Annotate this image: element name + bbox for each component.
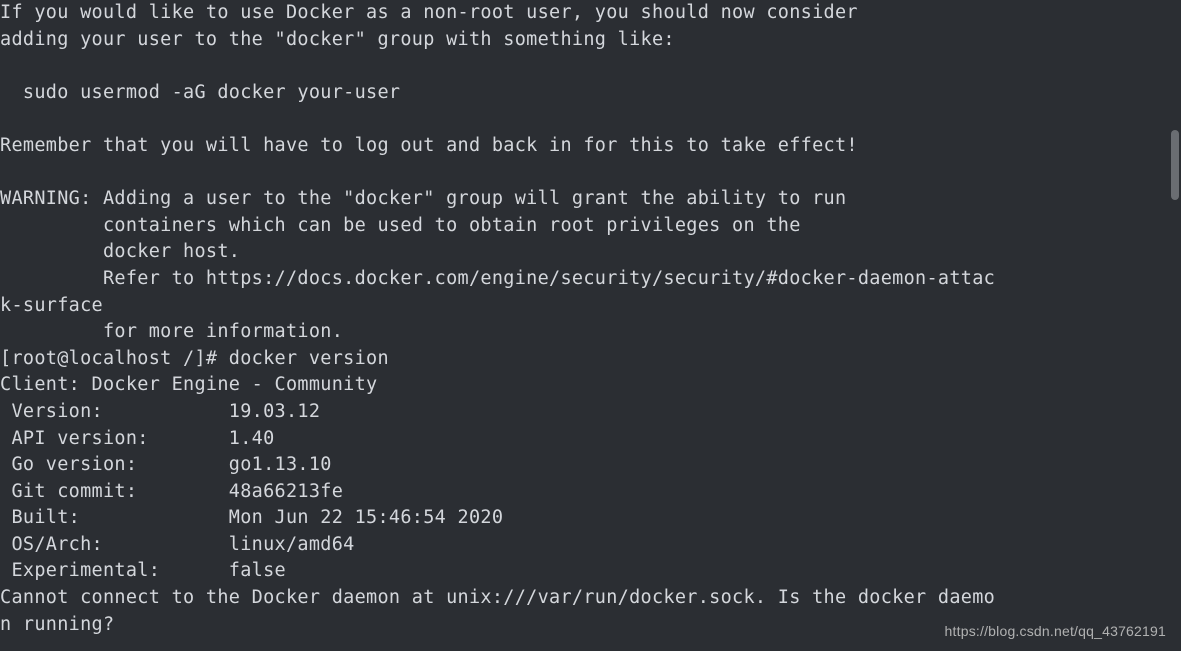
terminal-line: Experimental: false <box>0 558 1181 585</box>
watermark-text: https://blog.csdn.net/qq_43762191 <box>945 618 1166 645</box>
terminal-line <box>0 160 1181 187</box>
terminal-line <box>0 53 1181 80</box>
terminal-line: containers which can be used to obtain r… <box>0 213 1181 240</box>
terminal-line: If you would like to use Docker as a non… <box>0 0 1181 27</box>
terminal-line: Client: Docker Engine - Community <box>0 372 1181 399</box>
terminal-line: API version: 1.40 <box>0 426 1181 453</box>
terminal-line: for more information. <box>0 319 1181 346</box>
terminal-line: WARNING: Adding a user to the "docker" g… <box>0 186 1181 213</box>
terminal-line: Remember that you will have to log out a… <box>0 133 1181 160</box>
scrollbar-thumb[interactable] <box>1171 130 1179 200</box>
terminal-output[interactable]: If you would like to use Docker as a non… <box>0 0 1181 638</box>
terminal-line: Git commit: 48a66213fe <box>0 479 1181 506</box>
terminal-line: Cannot connect to the Docker daemon at u… <box>0 585 1181 612</box>
terminal-line: OS/Arch: linux/amd64 <box>0 532 1181 559</box>
terminal-line: docker host. <box>0 239 1181 266</box>
terminal-line: Built: Mon Jun 22 15:46:54 2020 <box>0 505 1181 532</box>
terminal-line: k-surface <box>0 293 1181 320</box>
terminal-line: [root@localhost /]# docker version <box>0 346 1181 373</box>
terminal-line: adding your user to the "docker" group w… <box>0 27 1181 54</box>
terminal-line <box>0 106 1181 133</box>
terminal-line: Go version: go1.13.10 <box>0 452 1181 479</box>
terminal-line: Refer to https://docs.docker.com/engine/… <box>0 266 1181 293</box>
terminal-line: Version: 19.03.12 <box>0 399 1181 426</box>
terminal-line: sudo usermod -aG docker your-user <box>0 80 1181 107</box>
